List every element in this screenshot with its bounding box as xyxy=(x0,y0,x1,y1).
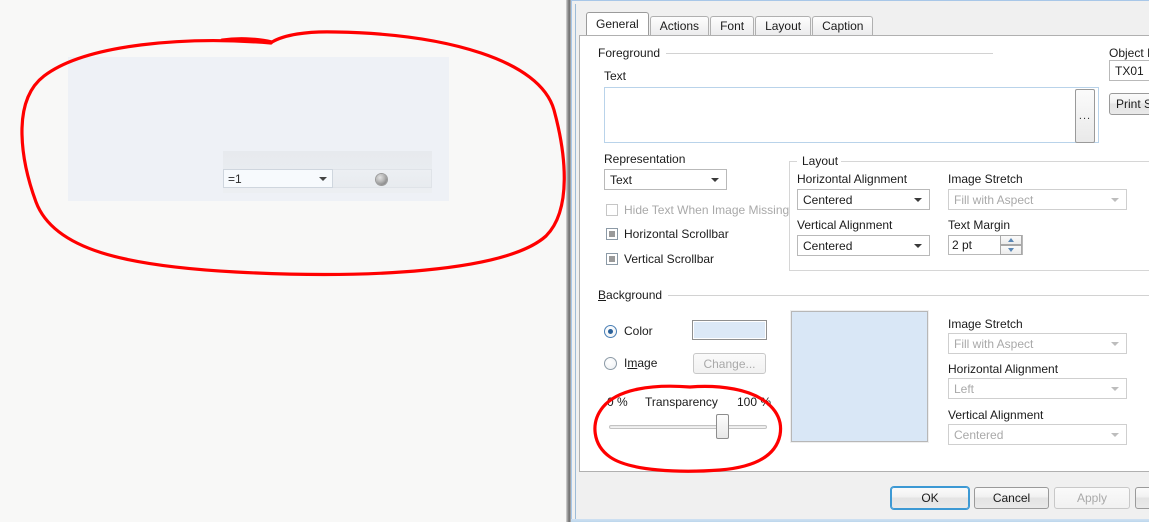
foreground-group-header: Foreground xyxy=(598,46,993,60)
apply-button[interactable]: Apply xyxy=(1054,487,1130,509)
checkbox-box-icon xyxy=(606,228,618,240)
group-rule xyxy=(666,52,993,54)
foreground-group-label: Foreground xyxy=(598,46,661,60)
tab-actions[interactable]: Actions xyxy=(649,16,710,35)
checkbox-vertical-scrollbar[interactable]: Vertical Scrollbar xyxy=(606,252,714,266)
bg-vertical-alignment-value: Centered xyxy=(954,427,1004,442)
host-application-panel: =1 xyxy=(0,0,572,522)
representation-label: Representation xyxy=(604,152,686,166)
checkbox-label: Vertical Scrollbar xyxy=(624,252,715,266)
design-canvas[interactable]: =1 xyxy=(68,57,449,201)
text-margin-value: 2 pt xyxy=(952,238,973,252)
checkbox-box-icon xyxy=(606,204,618,216)
tab-font[interactable]: Font xyxy=(710,16,755,35)
radio-dot-icon xyxy=(604,356,617,370)
radio-background-color[interactable]: Color xyxy=(604,324,653,338)
background-group-header: Background xyxy=(598,288,1149,302)
bg-vertical-alignment-label: Vertical Alignment xyxy=(948,408,1044,422)
chevron-down-icon xyxy=(1111,342,1119,346)
transparency-label: Transparency xyxy=(645,395,718,409)
checkbox-hide-text-when-image-missing[interactable]: Hide Text When Image Missing xyxy=(606,203,789,217)
text-label: Text xyxy=(604,69,627,83)
transparency-slider-thumb[interactable] xyxy=(716,414,729,439)
radio-label: Color xyxy=(624,324,653,338)
background-color-swatch[interactable] xyxy=(692,320,767,340)
bg-vertical-alignment-combobox[interactable]: Centered xyxy=(948,424,1127,445)
layout-group-label: Layout xyxy=(799,154,842,168)
transparency-min-label: 0 % xyxy=(607,395,628,409)
cancel-button[interactable]: Cancel xyxy=(974,487,1049,509)
bg-image-stretch-label: Image Stretch xyxy=(948,317,1023,331)
vertical-alignment-combobox[interactable]: Centered xyxy=(797,235,930,256)
background-group-label: Background xyxy=(598,288,663,302)
stepper-up-icon[interactable] xyxy=(1000,235,1022,245)
bg-horizontal-alignment-label: Horizontal Alignment xyxy=(948,362,1059,376)
tab-layout[interactable]: Layout xyxy=(755,16,812,35)
tab-caption[interactable]: Caption xyxy=(812,16,874,35)
text-browse-button[interactable]: ... xyxy=(1075,89,1095,143)
checkbox-label: Horizontal Scrollbar xyxy=(624,227,729,241)
transparency-slider-track[interactable] xyxy=(609,425,767,429)
bg-image-stretch-value: Fill with Aspect xyxy=(954,336,1034,351)
group-rule xyxy=(668,294,1149,296)
representation-combobox[interactable]: Text xyxy=(604,169,727,190)
vertical-alignment-label: Vertical Alignment xyxy=(797,218,893,232)
chevron-down-icon xyxy=(1111,387,1119,391)
fg-image-stretch-label: Image Stretch xyxy=(948,172,1023,186)
print-settings-button[interactable]: Print S xyxy=(1109,93,1149,115)
object-id-label: Object I xyxy=(1109,46,1149,60)
tab-general[interactable]: General xyxy=(586,12,649,35)
chevron-down-icon xyxy=(1111,198,1119,202)
bg-horizontal-alignment-value: Left xyxy=(954,381,975,396)
layout-group-rule-left xyxy=(789,161,797,162)
status-led-icon xyxy=(376,174,387,185)
chevron-down-icon xyxy=(914,244,922,248)
chevron-down-icon xyxy=(1111,433,1119,437)
fg-image-stretch-value: Fill with Aspect xyxy=(954,192,1034,207)
object-id-combobox[interactable]: TX01 xyxy=(1109,60,1149,81)
bg-horizontal-alignment-combobox[interactable]: Left xyxy=(948,378,1127,399)
radio-background-image[interactable]: Image xyxy=(604,356,657,370)
chevron-down-icon xyxy=(914,198,922,202)
help-button[interactable] xyxy=(1135,487,1149,509)
chevron-down-icon xyxy=(711,178,719,182)
text-margin-label: Text Margin xyxy=(948,218,1011,232)
transparency-max-label: 100 % xyxy=(737,395,772,409)
stepper-down-icon[interactable] xyxy=(1000,245,1022,255)
text-input-value xyxy=(605,88,1098,94)
change-image-button[interactable]: Change... xyxy=(693,353,766,374)
object-id-value: TX01 xyxy=(1115,63,1144,78)
text-margin-stepper[interactable] xyxy=(1000,235,1022,255)
representation-value: Text xyxy=(610,172,633,187)
checkbox-label: Hide Text When Image Missing xyxy=(624,203,790,217)
chevron-down-icon xyxy=(319,177,327,181)
fg-image-stretch-combobox[interactable]: Fill with Aspect xyxy=(948,189,1127,210)
horizontal-alignment-value: Centered xyxy=(803,192,853,207)
radio-label: Image xyxy=(624,356,658,370)
horizontal-alignment-combobox[interactable]: Centered xyxy=(797,189,930,210)
checkbox-box-icon xyxy=(606,253,618,265)
value-combobox-text: =1 xyxy=(228,171,242,186)
bg-image-stretch-combobox[interactable]: Fill with Aspect xyxy=(948,333,1127,354)
horizontal-alignment-label: Horizontal Alignment xyxy=(797,172,908,186)
text-input[interactable] xyxy=(604,87,1099,143)
vertical-alignment-value: Centered xyxy=(803,238,853,253)
value-combobox[interactable]: =1 xyxy=(223,169,333,188)
checkbox-horizontal-scrollbar[interactable]: Horizontal Scrollbar xyxy=(606,227,729,241)
tab-strip: General Actions Font Layout Caption xyxy=(586,12,874,35)
ok-button[interactable]: OK xyxy=(891,487,969,509)
background-preview xyxy=(790,310,929,443)
radio-dot-icon xyxy=(604,324,617,338)
layout-group-rule-right xyxy=(840,161,1149,162)
